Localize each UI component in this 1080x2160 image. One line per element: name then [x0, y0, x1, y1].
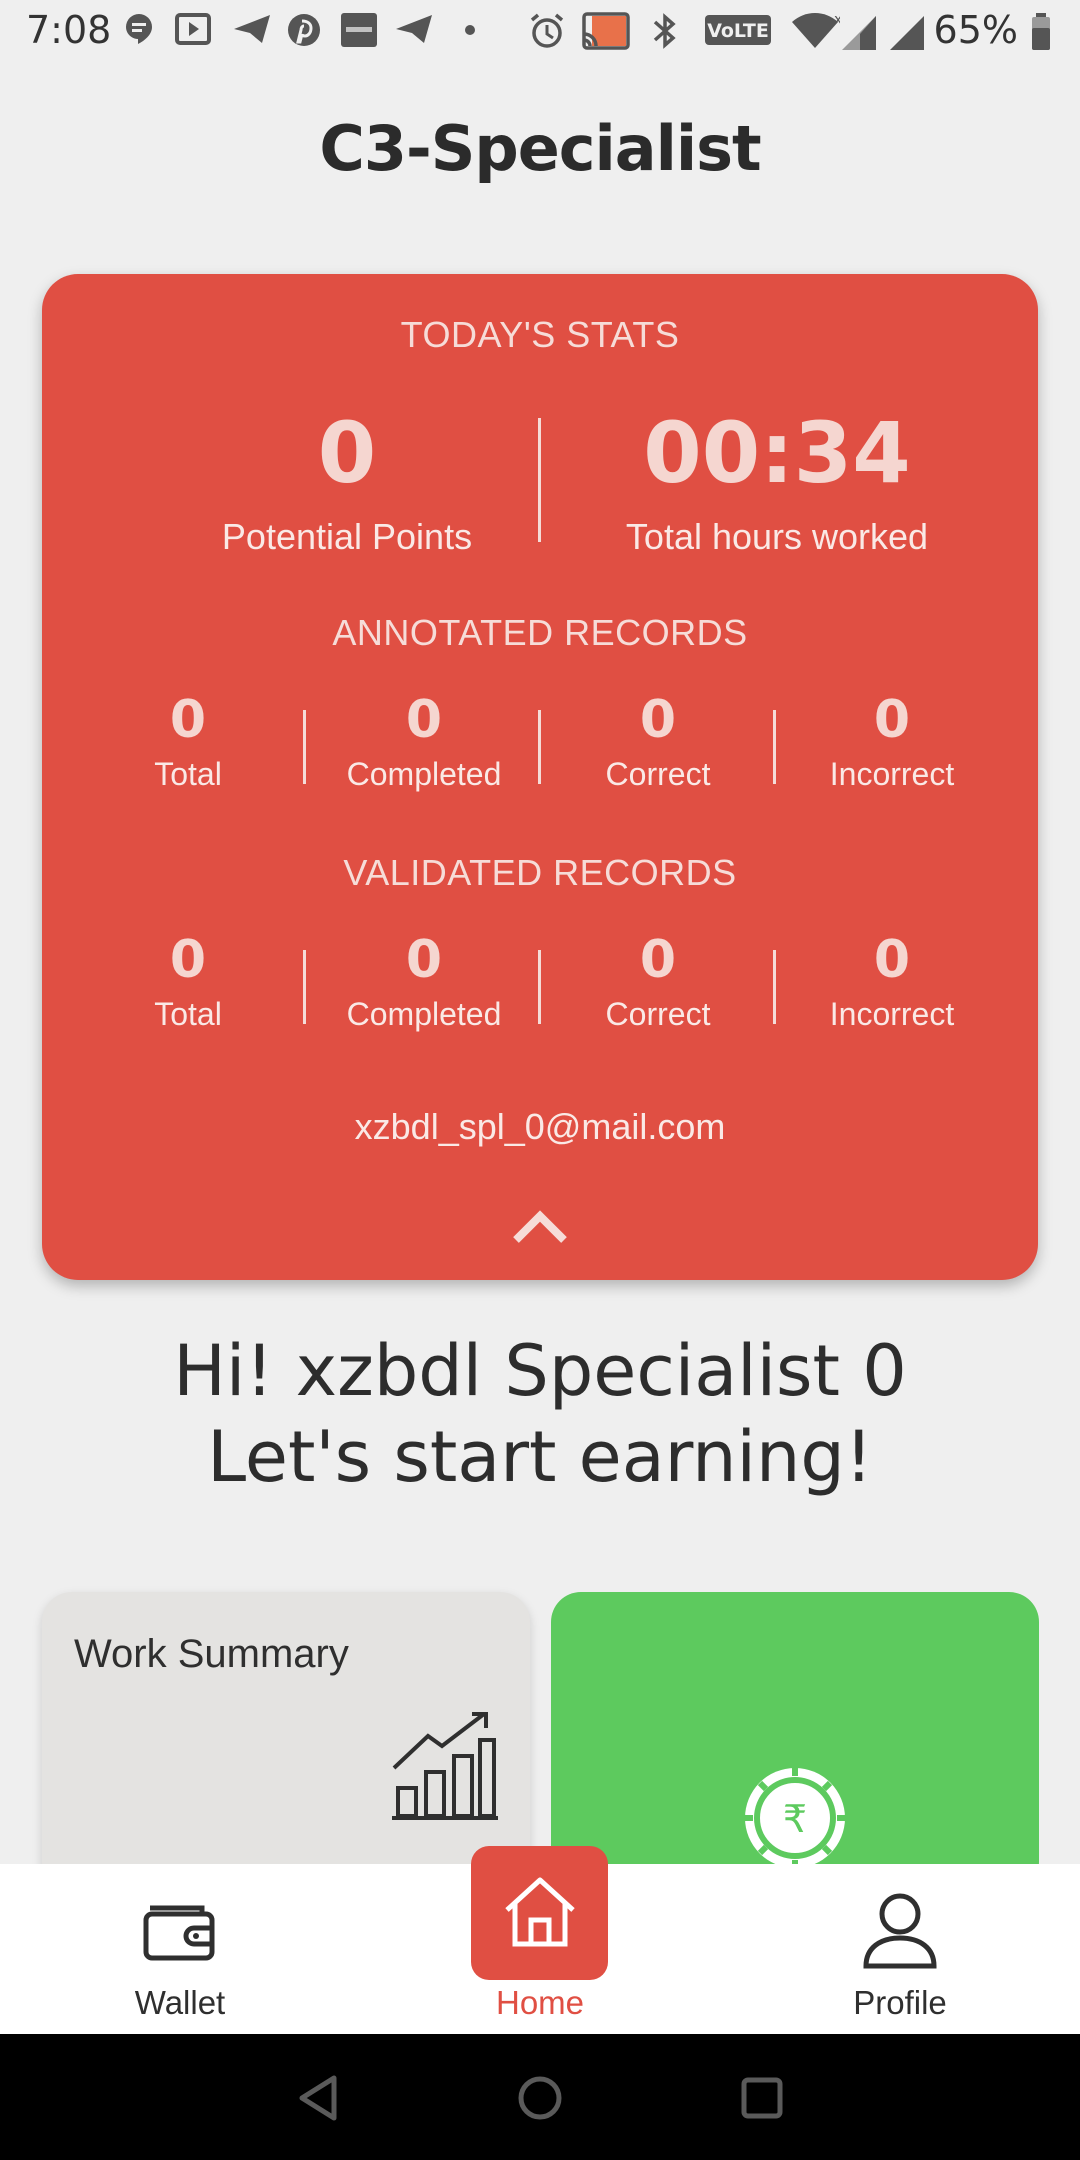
hangouts-icon	[126, 14, 152, 44]
send-icon-2	[396, 15, 432, 43]
svg-text:VoLTE: VoLTE	[707, 20, 769, 42]
annotated-incorrect-label: Incorrect	[829, 756, 955, 792]
hours-worked-label: Total hours worked	[625, 516, 929, 557]
more-notifications-dot-icon	[465, 25, 475, 35]
status-bar: 7:08 VoLTE x 65%	[0, 0, 1080, 64]
nav-wallet-label: Wallet	[134, 1984, 226, 2021]
validated-total-value: 0	[169, 930, 207, 990]
wifi-icon: x	[792, 12, 840, 48]
hours-worked-value: 00:34	[643, 404, 911, 502]
validated-correct-label: Correct	[605, 996, 711, 1032]
validated-correct-value: 0	[639, 930, 677, 990]
divider	[303, 710, 306, 784]
todays-stats-card[interactable]: TODAY'S STATS 0 Potential Points 00:34 T…	[42, 274, 1038, 1280]
todays-stats-heading: TODAY'S STATS	[400, 314, 680, 355]
annotated-total-value: 0	[169, 690, 207, 750]
zomato-icon	[341, 13, 377, 47]
nav-profile-label: Profile	[853, 1984, 947, 2021]
signal-icon-2	[890, 16, 924, 50]
validated-completed-value: 0	[405, 930, 443, 990]
page-title: C3-Specialist	[319, 112, 761, 185]
validated-correct: 0 Correct	[548, 930, 768, 1033]
validated-incorrect: 0 Incorrect	[782, 930, 1002, 1033]
potential-points-label: Potential Points	[221, 516, 473, 557]
home-circle-icon[interactable]	[516, 2074, 564, 2122]
nav-profile[interactable]: Profile	[780, 1864, 1020, 2034]
nav-home-label[interactable]: Home	[420, 1984, 660, 2022]
back-icon[interactable]	[296, 2074, 340, 2122]
battery-percent: 65%	[933, 8, 1018, 52]
annotated-incorrect: 0 Incorrect	[782, 690, 1002, 793]
stats-divider	[538, 418, 541, 542]
pinterest-icon	[288, 14, 320, 46]
potential-points-value: 0	[317, 404, 377, 502]
divider	[773, 710, 776, 784]
wallet-icon	[143, 1905, 215, 1961]
chevron-up-icon[interactable]	[510, 1206, 570, 1246]
greeting-line-1: Hi! xzbdl Specialist 0	[173, 1330, 907, 1412]
signal-icon-1	[842, 16, 876, 50]
profile-icon	[863, 1893, 937, 1969]
annotated-records-heading: ANNOTATED RECORDS	[332, 612, 748, 653]
annotated-incorrect-value: 0	[873, 690, 911, 750]
recents-icon[interactable]	[740, 2076, 784, 2120]
work-summary-title: Work Summary	[74, 1632, 349, 1676]
validated-incorrect-value: 0	[873, 930, 911, 990]
validated-records-heading: VALIDATED RECORDS	[343, 852, 737, 893]
home-icon	[505, 1877, 575, 1947]
rupee-coin-icon: ₹	[745, 1768, 845, 1868]
divider	[773, 950, 776, 1024]
status-time: 7:08	[26, 8, 112, 52]
annotated-correct-value: 0	[639, 690, 677, 750]
system-nav-bar	[0, 2034, 1080, 2160]
annotated-completed: 0 Completed	[314, 690, 534, 793]
work-summary-tile[interactable]: Work Summary	[42, 1592, 530, 1892]
annotated-correct: 0 Correct	[548, 690, 768, 793]
send-icon	[234, 15, 270, 43]
battery-icon	[1032, 13, 1050, 50]
validated-total: 0 Total	[78, 930, 298, 1033]
validated-completed: 0 Completed	[314, 930, 534, 1033]
annotated-correct-label: Correct	[605, 756, 711, 792]
volte-icon: VoLTE	[705, 15, 771, 45]
nav-home[interactable]	[471, 1846, 608, 1980]
validated-completed-label: Completed	[346, 996, 502, 1032]
annotated-completed-value: 0	[405, 690, 443, 750]
validated-incorrect-label: Incorrect	[829, 996, 955, 1032]
bluetooth-icon	[653, 13, 676, 49]
earnings-tile[interactable]: ₹	[551, 1592, 1039, 1892]
media-icon	[175, 13, 211, 45]
svg-text:₹: ₹	[783, 1797, 807, 1841]
nav-wallet[interactable]: Wallet	[60, 1864, 300, 2034]
annotated-total: 0 Total	[78, 690, 298, 793]
annotated-total-label: Total	[154, 756, 222, 792]
divider	[538, 950, 541, 1024]
divider	[303, 950, 306, 1024]
alarm-icon	[530, 13, 564, 48]
annotated-completed-label: Completed	[346, 756, 502, 792]
cast-icon	[582, 12, 630, 50]
user-email: xzbdl_spl_0@mail.com	[354, 1106, 726, 1147]
validated-total-label: Total	[154, 996, 222, 1032]
greeting-line-2: Let's start earning!	[207, 1416, 873, 1498]
growth-chart-icon	[392, 1712, 498, 1820]
divider	[538, 710, 541, 784]
